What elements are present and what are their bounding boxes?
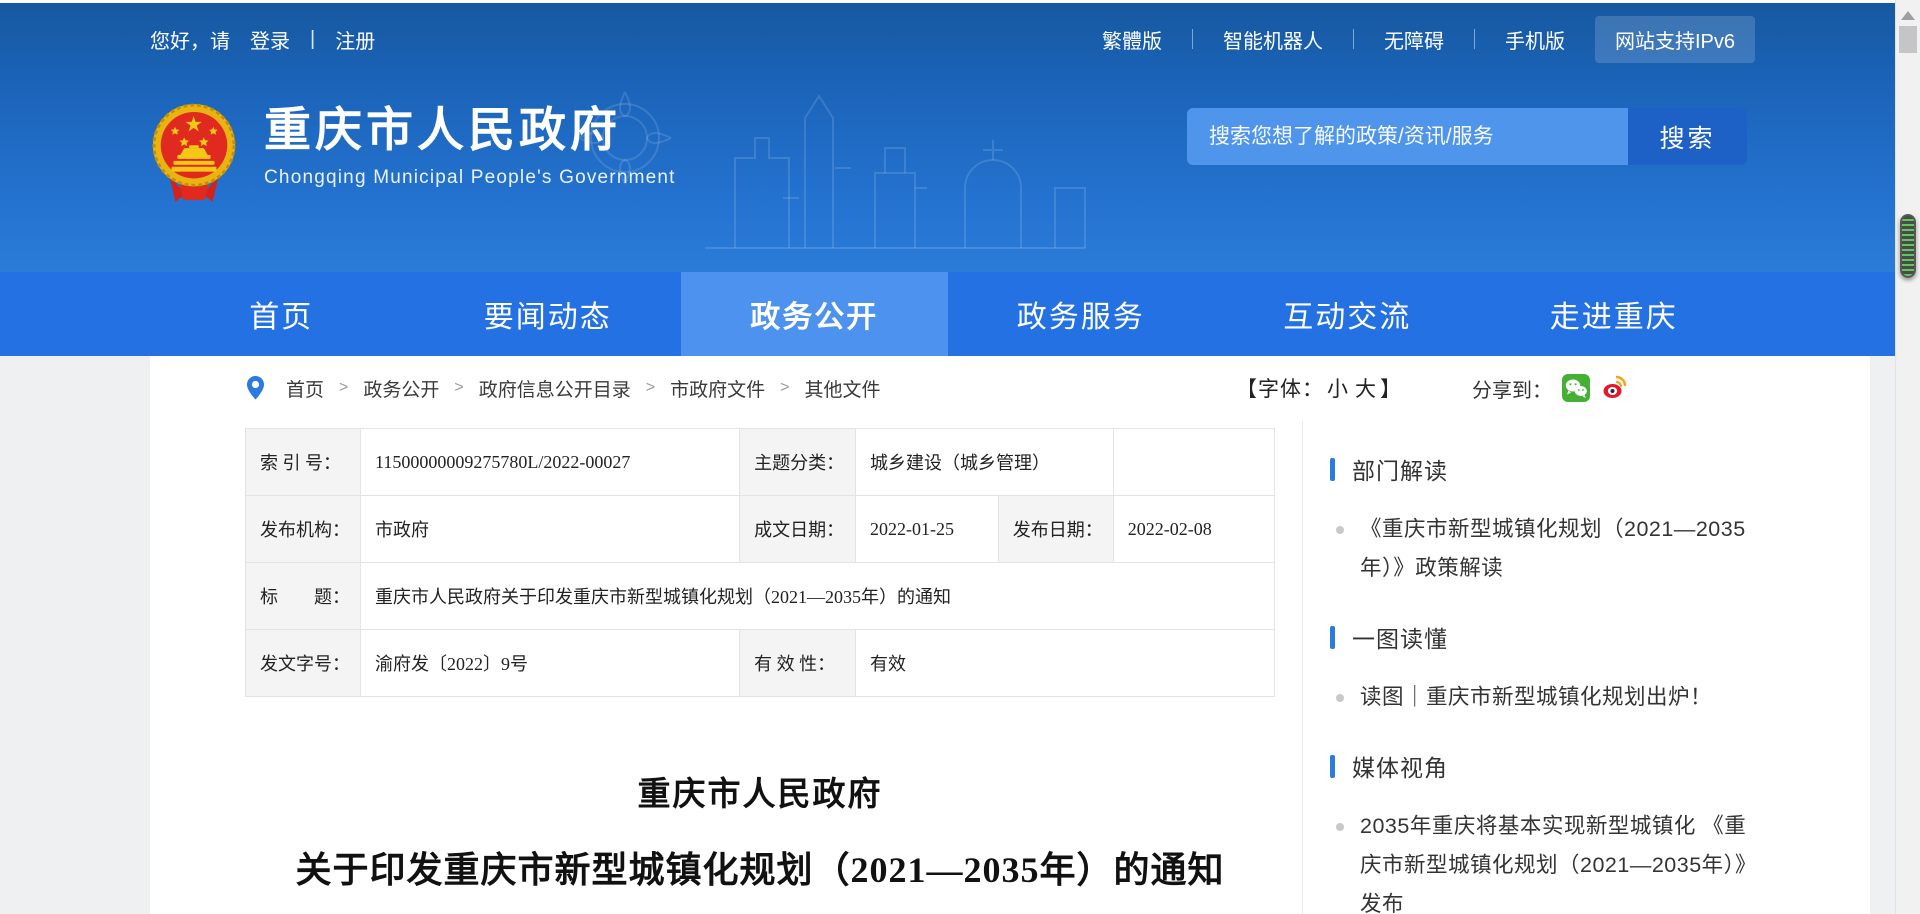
breadcrumb-city-gov-docs[interactable]: 市政府文件 xyxy=(670,375,765,402)
section-title-label: 媒体视角 xyxy=(1352,749,1448,783)
scroll-progress-indicator-icon[interactable] xyxy=(1900,214,1916,278)
meta-title-value: 重庆市人民政府关于印发重庆市新型城镇化规划（2021—2035年）的通知 xyxy=(361,563,1275,630)
meta-agency-label: 发布机构： xyxy=(246,496,361,563)
traditional-chinese-link[interactable]: 繁體版 xyxy=(1102,25,1162,54)
meta-publish-date-value: 2022-02-08 xyxy=(1113,496,1274,563)
national-emblem-icon xyxy=(150,100,238,208)
sidebar-section-media-view: 媒体视角 xyxy=(1330,749,1755,783)
meta-written-date-label: 成文日期： xyxy=(740,496,856,563)
site-subtitle: Chongqing Municipal People's Government xyxy=(264,167,676,189)
sidebar: 部门解读 《重庆市新型城镇化规划（2021—2035年）》政策解读 一图读懂 读… xyxy=(1330,420,1755,914)
meta-publish-date-label: 发布日期： xyxy=(998,496,1113,563)
sidebar-section-dept-interpretation: 部门解读 xyxy=(1330,452,1755,486)
greeting-text: 您好，请 xyxy=(150,25,230,54)
font-controls-prefix: 【字体： xyxy=(1236,373,1324,403)
breadcrumb-separator: > xyxy=(339,379,348,397)
site-title: 重庆市人民政府 xyxy=(264,106,676,153)
section-title-label: 部门解读 xyxy=(1352,452,1448,486)
accessibility-link[interactable]: 无障碍 xyxy=(1384,25,1444,54)
table-row: 发布机构： 市政府 成文日期： 2022-01-25 发布日期： 2022-02… xyxy=(246,496,1275,563)
ipv6-badge[interactable]: 网站支持IPv6 xyxy=(1595,16,1755,63)
breadcrumb-info-catalog[interactable]: 政府信息公开目录 xyxy=(479,375,631,402)
meta-topic-label: 主题分类： xyxy=(740,429,856,496)
font-size-controls: 【字体： 小 大 】 xyxy=(1236,356,1402,420)
table-row: 索 引 号： 11500000009275780L/2022-00027 主题分… xyxy=(246,429,1275,496)
divider xyxy=(1474,29,1475,49)
breadcrumb-gov-openness[interactable]: 政务公开 xyxy=(363,375,439,402)
scrollbar-up-arrow-icon[interactable] xyxy=(1901,11,1915,20)
register-link[interactable]: 注册 xyxy=(335,25,375,54)
search-input[interactable] xyxy=(1187,108,1628,165)
meta-empty-cell xyxy=(1113,429,1274,496)
nav-item-gov-openness[interactable]: 政务公开 xyxy=(681,272,948,356)
sidebar-section-infographic: 一图读懂 xyxy=(1330,620,1755,654)
meta-agency-value: 市政府 xyxy=(361,496,740,563)
meta-index-value: 11500000009275780L/2022-00027 xyxy=(361,429,740,496)
table-row: 发文字号： 渝府发〔2022〕9号 有 效 性： 有效 xyxy=(246,630,1275,697)
main-nav: 首页 要闻动态 政务公开 政务服务 互动交流 走进重庆 xyxy=(0,272,1895,356)
meta-validity-label: 有 效 性： xyxy=(740,630,856,697)
divider xyxy=(1192,29,1193,49)
sidebar-link-infographic[interactable]: 读图｜重庆市新型城镇化规划出炉！ xyxy=(1330,678,1755,717)
nav-item-gov-services[interactable]: 政务服务 xyxy=(948,272,1215,356)
font-smaller-button[interactable]: 小 xyxy=(1327,373,1349,403)
utility-topbar: 您好，请 登录 | 注册 繁體版 智能机器人 无障碍 手机版 网站支持IPv6 xyxy=(0,3,1895,75)
document-main: 索 引 号： 11500000009275780L/2022-00027 主题分… xyxy=(245,420,1275,914)
meta-written-date-value: 2022-01-25 xyxy=(856,496,999,563)
meta-index-label: 索 引 号： xyxy=(246,429,361,496)
document-title-line1: 重庆市人民政府 xyxy=(245,767,1275,815)
section-accent-bar xyxy=(1330,626,1335,649)
share-bar: 分享到： xyxy=(1472,356,1628,420)
breadcrumb-separator: > xyxy=(780,379,789,397)
search-button[interactable]: 搜索 xyxy=(1628,108,1747,165)
sidebar-link-policy-interpretation[interactable]: 《重庆市新型城镇化规划（2021—2035年）》政策解读 xyxy=(1330,510,1755,588)
breadcrumb-separator: > xyxy=(454,379,463,397)
breadcrumb-row: 首页 > 政务公开 > 政府信息公开目录 > 市政府文件 > 其他文件 【字体：… xyxy=(150,356,1870,420)
nav-item-news[interactable]: 要闻动态 xyxy=(415,272,682,356)
meta-topic-value: 城乡建设（城乡管理） xyxy=(856,429,1114,496)
sidebar-link-media-article[interactable]: 2035年重庆将基本实现新型城镇化 《重庆市新型城镇化规划（2021—2035年… xyxy=(1330,807,1755,914)
login-link[interactable]: 登录 xyxy=(250,25,290,54)
site-logo[interactable]: 重庆市人民政府 Chongqing Municipal People's Gov… xyxy=(150,100,676,208)
nav-item-about-chongqing[interactable]: 走进重庆 xyxy=(1481,272,1748,356)
meta-docno-value: 渝府发〔2022〕9号 xyxy=(361,630,740,697)
breadcrumb-home[interactable]: 首页 xyxy=(286,375,324,402)
scrollbar-thumb[interactable] xyxy=(1899,26,1917,53)
meta-title-label: 标 题： xyxy=(246,563,361,630)
mobile-version-link[interactable]: 手机版 xyxy=(1505,25,1565,54)
chatbot-link[interactable]: 智能机器人 xyxy=(1223,25,1323,54)
font-larger-button[interactable]: 大 xyxy=(1355,373,1377,403)
section-title-label: 一图读懂 xyxy=(1352,620,1448,654)
font-controls-suffix: 】 xyxy=(1380,373,1402,403)
divider xyxy=(1353,29,1354,49)
column-divider xyxy=(1302,420,1303,914)
section-accent-bar xyxy=(1330,458,1335,481)
wechat-icon[interactable] xyxy=(1562,374,1590,402)
content-columns: 索 引 号： 11500000009275780L/2022-00027 主题分… xyxy=(150,420,1870,914)
meta-validity-value: 有效 xyxy=(856,630,1275,697)
content-card: 首页 > 政务公开 > 政府信息公开目录 > 市政府文件 > 其他文件 【字体：… xyxy=(150,356,1870,914)
breadcrumb-other-docs[interactable]: 其他文件 xyxy=(804,375,880,402)
nav-item-home[interactable]: 首页 xyxy=(148,272,415,356)
document-title-line2: 关于印发重庆市新型城镇化规划（2021—2035年）的通知 xyxy=(245,841,1275,893)
document-meta-table: 索 引 号： 11500000009275780L/2022-00027 主题分… xyxy=(245,428,1275,697)
location-pin-icon xyxy=(246,375,265,401)
page-header: 您好，请 登录 | 注册 繁體版 智能机器人 无障碍 手机版 网站支持IPv6 xyxy=(0,0,1895,272)
share-label: 分享到： xyxy=(1472,374,1552,403)
login-register-divider: | xyxy=(310,28,315,51)
site-search: 搜索 xyxy=(1187,108,1747,165)
breadcrumb-separator: > xyxy=(646,379,655,397)
table-row: 标 题： 重庆市人民政府关于印发重庆市新型城镇化规划（2021—2035年）的通… xyxy=(246,563,1275,630)
weibo-icon[interactable] xyxy=(1600,374,1628,402)
vertical-scrollbar[interactable] xyxy=(1895,0,1920,914)
meta-docno-label: 发文字号： xyxy=(246,630,361,697)
section-accent-bar xyxy=(1330,755,1335,778)
breadcrumb: 首页 > 政务公开 > 政府信息公开目录 > 市政府文件 > 其他文件 xyxy=(246,356,880,420)
nav-item-interaction[interactable]: 互动交流 xyxy=(1214,272,1481,356)
